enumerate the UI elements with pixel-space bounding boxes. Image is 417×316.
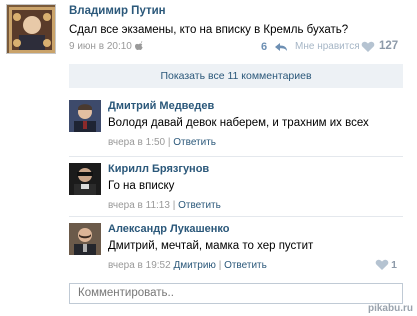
like-count[interactable]: 127 (379, 40, 398, 52)
comment-heart-icon[interactable] (375, 259, 389, 271)
comment-author-name[interactable]: Кирилл Брязгунов (108, 163, 209, 175)
comment-author-name[interactable]: Александр Лукашенко (108, 223, 230, 235)
comment-author-avatar[interactable] (69, 223, 101, 255)
like-label[interactable]: Мне нравится (295, 41, 360, 52)
comment-text: Дмитрий, мечтай, мамка то хер пустит (108, 240, 314, 252)
comment-text: Го на вписку (108, 180, 175, 192)
comment-item: Дмитрий Медведев Володя давай девок набе… (69, 100, 403, 150)
reply-icon[interactable] (274, 42, 288, 52)
comment-meta: вчера в 19:52 Дмитрию | Ответить (108, 260, 267, 271)
comment-meta: вчера в 11:13 | Ответить (108, 200, 221, 211)
reply-button[interactable]: Ответить (178, 200, 221, 211)
comment-time[interactable]: вчера в 11:13 (108, 200, 170, 211)
reply-button[interactable]: Ответить (173, 137, 216, 148)
comment-time[interactable]: вчера в 19:52 (108, 260, 171, 271)
post-text: Сдал все экзамены, кто на вписку в Кремл… (69, 24, 349, 36)
comment-input[interactable]: Комментировать.. (69, 283, 403, 304)
comment-meta: вчера в 1:50 | Ответить (108, 137, 216, 148)
show-all-comments-button[interactable]: Показать все 11 комментариев (69, 64, 403, 88)
comment-time[interactable]: вчера в 1:50 (108, 137, 165, 148)
comment-text: Володя давай девок наберем, и трахним их… (108, 117, 369, 129)
comment-author-avatar[interactable] (69, 100, 101, 132)
comment-item: Кирилл Брязгунов Го на вписку вчера в 11… (69, 163, 403, 211)
comment-divider (69, 156, 403, 157)
post-author-avatar[interactable] (6, 4, 56, 54)
heart-icon[interactable] (361, 41, 375, 53)
apple-icon (134, 41, 143, 50)
comment-divider (69, 216, 403, 217)
comment-author-avatar[interactable] (69, 163, 101, 195)
post-author-name[interactable]: Владимир Путин (69, 5, 166, 17)
meta-separator: | (172, 200, 176, 211)
watermark: pikabu.ru (367, 303, 413, 314)
comment-item: Александр Лукашенко Дмитрий, мечтай, мам… (69, 223, 403, 273)
comment-author-name[interactable]: Дмитрий Медведев (108, 100, 214, 112)
meta-separator: | (218, 260, 222, 271)
comment-like-count[interactable]: 1 (391, 259, 397, 271)
reply-button[interactable]: Ответить (224, 260, 267, 271)
post-meta: 9 июн в 20:10 6 Мне нравится 127 (69, 40, 409, 55)
reply-to-link[interactable]: Дмитрию (173, 260, 215, 271)
post-date[interactable]: 9 июн в 20:10 (69, 41, 132, 52)
reply-count[interactable]: 6 (261, 41, 267, 53)
meta-separator: | (167, 137, 171, 148)
